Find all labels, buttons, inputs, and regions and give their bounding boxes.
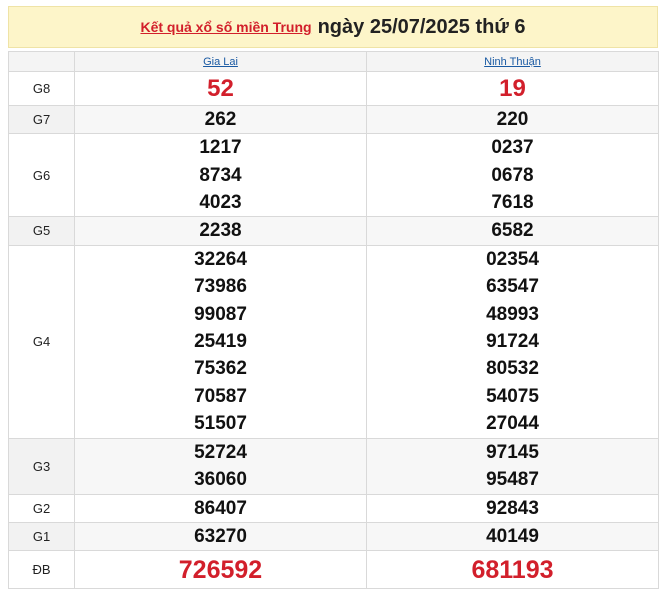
prize-number: 2238	[199, 220, 242, 242]
prize-row: G7 262 220	[8, 104, 659, 135]
prize-cell: 681193	[366, 550, 659, 590]
prize-row: G4 32264 73986 99087 25419 75362 70587 51507 023…	[8, 244, 659, 439]
prize-cell: 6582	[366, 216, 659, 246]
prize-number: 0678	[491, 164, 534, 186]
prize-cell: 63270	[74, 521, 367, 552]
prize-cell: 92843	[366, 493, 659, 523]
prize-cell: 02354 63547 48993 91724 80532 54075 27044	[366, 244, 659, 439]
prize-row: G2 86407 92843	[8, 493, 659, 523]
prize-number: 75362	[194, 358, 247, 380]
prize-number: 6582	[491, 220, 534, 242]
prize-number: 48993	[486, 303, 539, 325]
prize-number: 8734	[199, 164, 242, 186]
prize-rows: G8 52 19 G7 262 220 G6 1217 8734 4023 0237 0678 7618…	[8, 71, 659, 590]
province-header-ninh-thuan: Ninh Thuận	[366, 51, 659, 72]
prize-number: 726592	[178, 555, 263, 584]
results-header: Kết quả xổ số miền Trung ngày 25/07/2025…	[8, 6, 658, 48]
prize-number: 0237	[491, 137, 534, 159]
prize-number: 95487	[486, 469, 539, 491]
prize-number: 220	[496, 109, 529, 130]
results-table: Gia Lai Ninh Thuận G8 52 19 G7 262 220 G6 1217 8…	[8, 51, 659, 590]
province-header-gia-lai: Gia Lai	[74, 51, 367, 72]
prize-number: 19	[499, 74, 526, 102]
prize-number: 52724	[194, 441, 247, 463]
prize-cell: 40149	[366, 521, 659, 552]
prize-number: 27044	[486, 412, 539, 434]
prize-cell: 52	[74, 71, 367, 106]
prize-cell: 19	[366, 71, 659, 106]
prize-label: G1	[8, 521, 75, 552]
prize-row: G1 63270 40149	[8, 521, 659, 552]
draw-date-title: ngày 25/07/2025 thứ 6	[317, 15, 526, 38]
prize-cell: 97145 95487	[366, 437, 659, 495]
corner-cell	[8, 51, 75, 72]
prize-number: 86407	[194, 497, 247, 519]
prize-row: ĐB 726592 681193	[8, 550, 659, 590]
prize-label: G3	[8, 437, 75, 495]
prize-cell: 1217 8734 4023	[74, 133, 367, 218]
prize-row: G5 2238 6582	[8, 216, 659, 246]
prize-number: 97145	[486, 441, 539, 463]
prize-label: ĐB	[8, 550, 75, 590]
prize-number: 7618	[491, 191, 534, 213]
prize-cell: 86407	[74, 493, 367, 523]
region-results-link[interactable]: Kết quả xổ số miền Trung	[140, 19, 311, 35]
prize-label: G6	[8, 133, 75, 218]
prize-row: G6 1217 8734 4023 0237 0678 7618	[8, 133, 659, 218]
prize-row: G8 52 19	[8, 71, 659, 106]
prize-label: G4	[8, 244, 75, 439]
prize-cell: 220	[366, 104, 659, 135]
prize-number: 80532	[486, 358, 539, 380]
prize-label: G2	[8, 493, 75, 523]
prize-number: 99087	[194, 303, 247, 325]
prize-label: G7	[8, 104, 75, 135]
prize-number: 63547	[486, 276, 539, 298]
prize-cell: 32264 73986 99087 25419 75362 70587 51507	[74, 244, 367, 439]
prize-number: 91724	[486, 330, 539, 352]
prize-row: G3 52724 36060 97145 95487	[8, 437, 659, 495]
prize-number: 52	[207, 74, 234, 102]
province-link-ninh-thuan[interactable]: Ninh Thuận	[484, 56, 541, 68]
prize-cell: 52724 36060	[74, 437, 367, 495]
prize-label: G5	[8, 216, 75, 246]
prize-number: 25419	[194, 330, 247, 352]
prize-number: 40149	[486, 525, 539, 547]
prize-number: 92843	[486, 497, 539, 519]
prize-number: 51507	[194, 412, 247, 434]
prize-cell: 726592	[74, 550, 367, 590]
prize-number: 4023	[199, 191, 242, 213]
prize-cell: 0237 0678 7618	[366, 133, 659, 218]
prize-number: 54075	[486, 385, 539, 407]
prize-number: 1217	[199, 137, 242, 159]
prize-number: 36060	[194, 469, 247, 491]
prize-label: G8	[8, 71, 75, 106]
prize-number: 681193	[471, 555, 554, 584]
prize-number: 63270	[194, 525, 247, 547]
prize-number: 02354	[486, 249, 539, 271]
prize-number: 32264	[194, 249, 247, 271]
prize-number: 262	[204, 109, 237, 130]
prize-cell: 262	[74, 104, 367, 135]
province-link-gia-lai[interactable]: Gia Lai	[203, 56, 238, 68]
prize-number: 73986	[194, 276, 247, 298]
prize-cell: 2238	[74, 216, 367, 246]
prize-number: 70587	[194, 385, 247, 407]
